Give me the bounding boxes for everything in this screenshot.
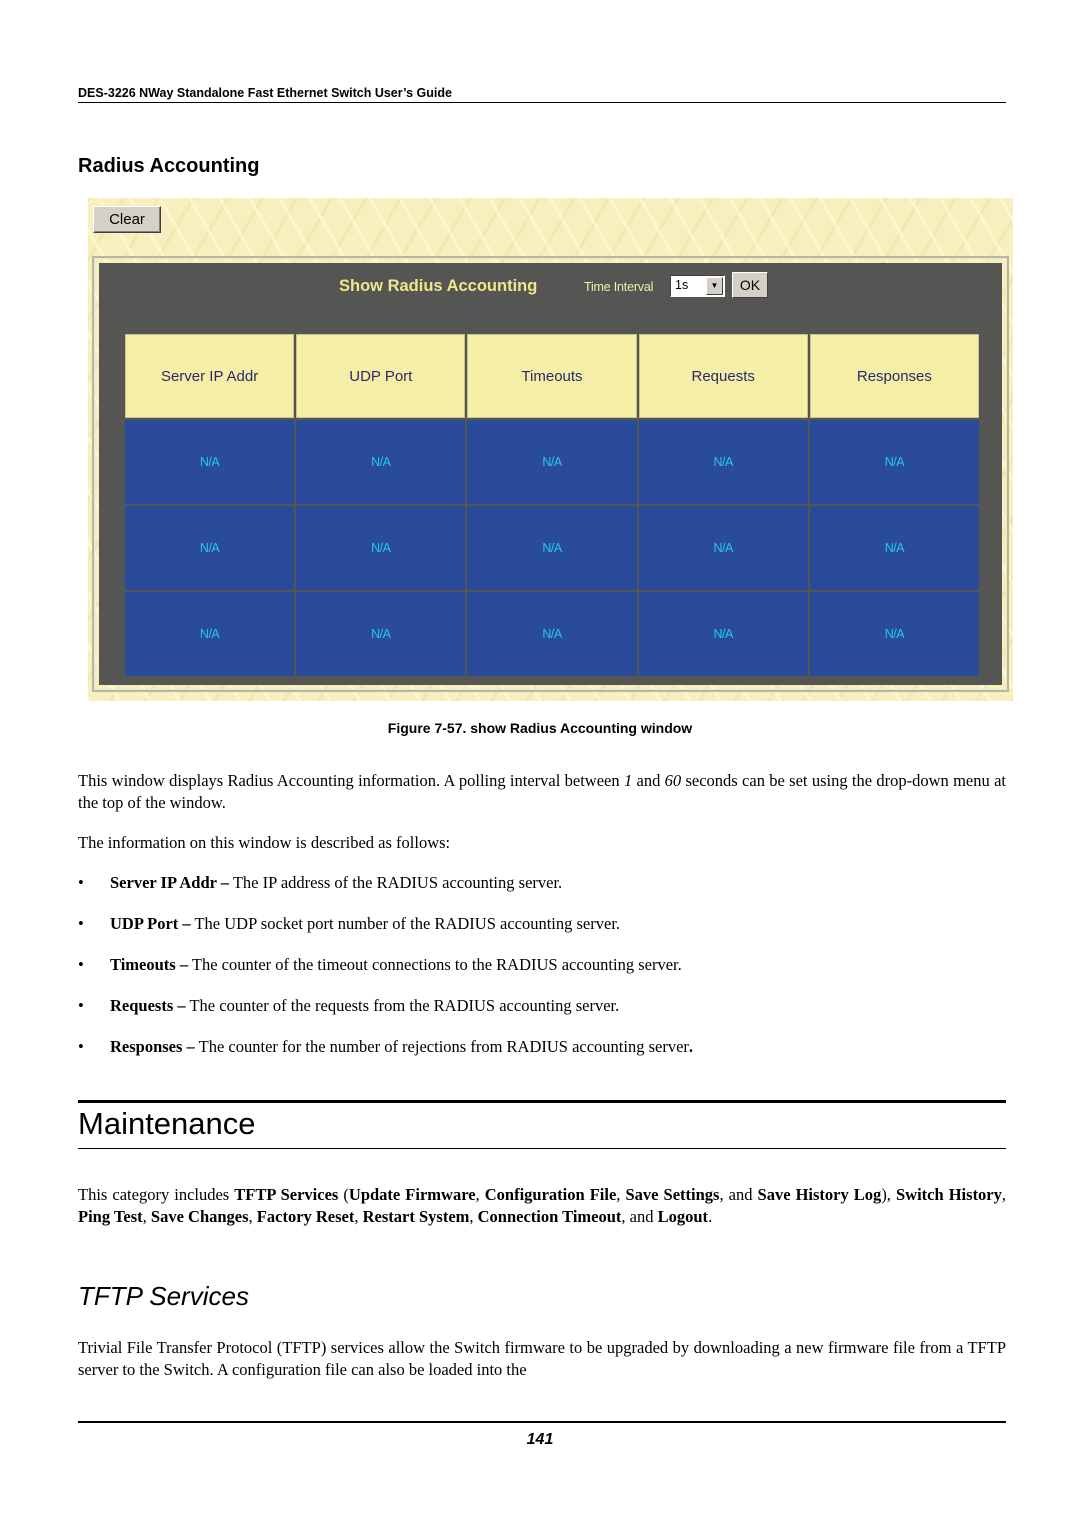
subsection-title: TFTP Services (78, 1281, 249, 1311)
show-radius-accounting-panel: Show Radius Accounting Time Interval 1s … (99, 263, 1002, 685)
table-cell: N/A (809, 420, 979, 504)
menu-reference: Save Changes (150, 1207, 249, 1226)
menu-reference: Factory Reset (256, 1207, 355, 1226)
table-cell: N/A (809, 506, 979, 590)
text: ( (338, 1185, 349, 1204)
table-cell: N/A (296, 420, 466, 504)
time-interval-label: Time Interval (584, 280, 654, 294)
term: Server IP Addr – (110, 873, 230, 892)
text: , and (719, 1185, 758, 1204)
text: , (248, 1207, 257, 1226)
menu-reference: Restart System (362, 1207, 470, 1226)
column-header-requests: Requests (638, 334, 808, 418)
menu-reference: Save Settings (625, 1185, 720, 1204)
accounting-table: Server IP Addr UDP Port Timeouts Request… (125, 334, 979, 676)
term: Requests – (110, 996, 186, 1015)
table-cell: N/A (125, 506, 295, 590)
description: The UDP socket port number of the RADIUS… (190, 914, 621, 933)
time-interval-value: 1s (675, 278, 689, 292)
term: Responses – (110, 1037, 195, 1056)
menu-reference: Configuration File (484, 1185, 617, 1204)
table-cell: N/A (809, 592, 979, 676)
list-item: • Responses – The counter for the number … (78, 1036, 1006, 1058)
list-item: • Server IP Addr – The IP address of the … (78, 872, 1006, 894)
term: Timeouts – (110, 955, 189, 974)
field-description-list: • Server IP Addr – The IP address of the … (78, 872, 1006, 1077)
max-interval: 60 (664, 771, 682, 790)
text: . (708, 1207, 713, 1226)
intro-paragraph: This window displays Radius Accounting i… (78, 770, 1006, 814)
text: This window displays Radius Accounting i… (78, 771, 624, 790)
maintenance-intro: This category includes TFTP Services (Up… (78, 1184, 1006, 1228)
panel-title: Show Radius Accounting (339, 277, 538, 295)
min-interval: 1 (623, 771, 633, 790)
section-title: Radius Accounting (78, 155, 260, 177)
menu-reference: Logout (657, 1207, 709, 1226)
menu-reference: Connection Timeout (477, 1207, 622, 1226)
tftp-paragraph: Trivial File Transfer Protocol (TFTP) se… (78, 1338, 1006, 1379)
description-lead: The information on this window is descri… (78, 833, 451, 852)
text: ), (881, 1185, 896, 1204)
panel-frame: Show Radius Accounting Time Interval 1s … (92, 256, 1009, 692)
figure-caption: Figure 7-57. show Radius Accounting wind… (387, 720, 693, 736)
text: , (354, 1207, 363, 1226)
bullet-icon: • (78, 955, 84, 974)
column-header-responses: Responses (809, 334, 979, 418)
table-cell: N/A (296, 506, 466, 590)
running-header: DES-3226 NWay Standalone Fast Ethernet S… (78, 86, 452, 100)
list-item: • UDP Port – The UDP socket port number o… (78, 913, 1006, 935)
table-cell: N/A (125, 592, 295, 676)
description: The counter of the timeout connections t… (188, 955, 682, 974)
table-cell: N/A (296, 592, 466, 676)
list-item: • Timeouts – The counter of the timeout c… (78, 954, 1006, 976)
text: , (475, 1185, 485, 1204)
column-header-timeouts: Timeouts (467, 334, 637, 418)
description: The counter for the number of rejections… (194, 1037, 689, 1056)
bullet-icon: • (78, 914, 84, 933)
menu-reference: Switch History (896, 1185, 1002, 1204)
dropdown-arrow-icon[interactable]: ▼ (706, 277, 723, 295)
text: , (469, 1207, 478, 1226)
period: . (688, 1037, 694, 1056)
text: and (632, 771, 665, 790)
menu-reference: Ping Test (78, 1207, 143, 1226)
description: The counter of the requests from the RAD… (185, 996, 620, 1015)
ok-button[interactable]: OK (732, 272, 768, 298)
menu-reference: Save History Log (757, 1185, 882, 1204)
table-cell: N/A (467, 592, 637, 676)
list-item: • Requests – The counter of the requests … (78, 995, 1006, 1017)
radius-accounting-screenshot: Clear Show Radius Accounting Time Interv… (88, 198, 1013, 701)
chapter-rule-bottom (78, 1148, 1006, 1149)
bullet-icon: • (78, 1037, 84, 1056)
footer-rule (78, 1421, 1006, 1423)
text: , (1001, 1185, 1007, 1204)
menu-reference: TFTP Services (234, 1185, 339, 1204)
table-cell: N/A (467, 420, 637, 504)
text: This category includes (78, 1185, 235, 1204)
term: UDP Port – (110, 914, 191, 933)
chapter-rule-top (78, 1100, 1006, 1103)
table-cell: N/A (638, 506, 808, 590)
bullet-icon: • (78, 873, 84, 892)
page-number: 141 (526, 1431, 554, 1448)
text: , (142, 1207, 151, 1226)
column-header-server-ip: Server IP Addr (125, 334, 295, 418)
description: The IP address of the RADIUS accounting … (229, 873, 563, 892)
column-header-udp-port: UDP Port (296, 334, 466, 418)
header-rule (78, 102, 1006, 103)
clear-button[interactable]: Clear (93, 206, 161, 233)
table-cell: N/A (467, 506, 637, 590)
bullet-icon: • (78, 996, 84, 1015)
table-cell: N/A (125, 420, 295, 504)
text: , and (621, 1207, 658, 1226)
time-interval-select[interactable]: 1s ▼ (670, 275, 725, 297)
chapter-title: Maintenance (78, 1106, 256, 1141)
table-cell: N/A (638, 420, 808, 504)
menu-reference: Update Firmware (348, 1185, 476, 1204)
table-cell: N/A (638, 592, 808, 676)
